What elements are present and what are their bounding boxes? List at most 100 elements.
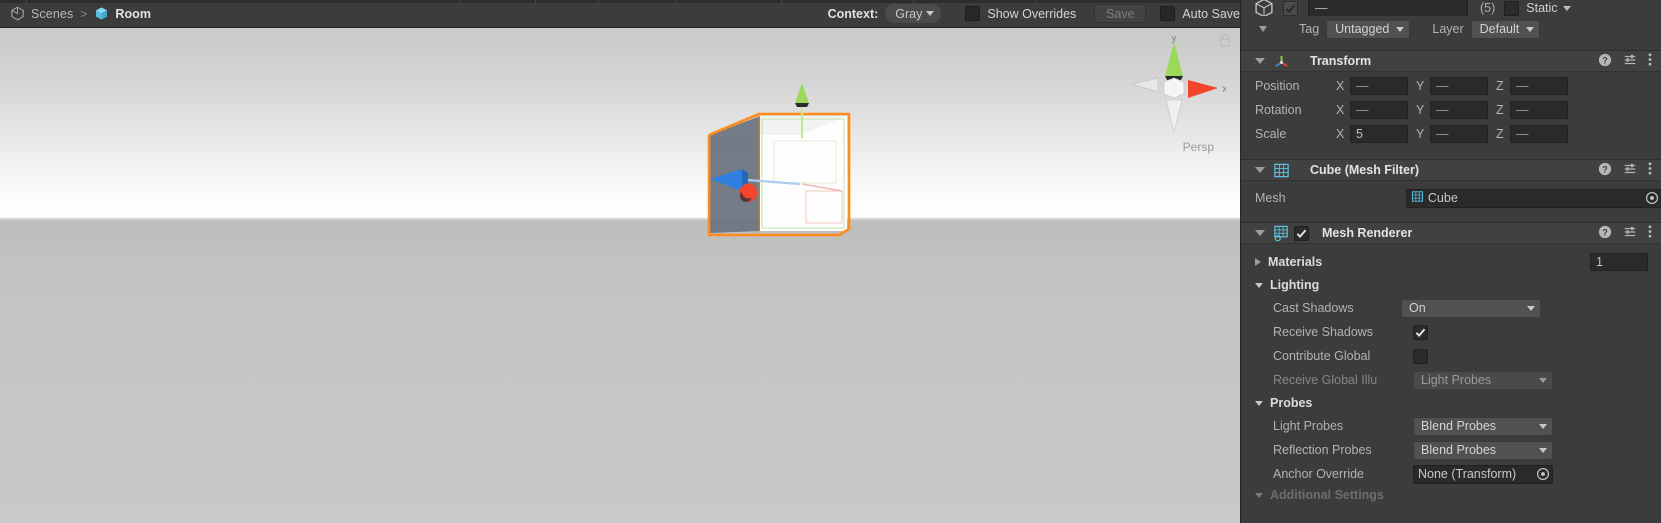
materials-count-input[interactable]: 1 xyxy=(1590,253,1648,271)
position-z-input[interactable]: — xyxy=(1510,77,1568,95)
more-menu-icon[interactable] xyxy=(1648,224,1652,242)
breadcrumb-scenes-label[interactable]: Scenes xyxy=(31,7,73,21)
multi-select-count: (5) xyxy=(1480,1,1496,15)
chevron-down-icon[interactable] xyxy=(1562,5,1571,11)
cast-shadows-value: On xyxy=(1409,301,1426,315)
svg-text:?: ? xyxy=(1602,227,1607,237)
scale-y-input[interactable]: — xyxy=(1430,125,1488,143)
mesh-renderer-enabled-checkbox[interactable] xyxy=(1294,225,1309,241)
scene-orientation-gizmo[interactable]: y x xyxy=(1130,32,1228,136)
transform-body: Position X — Y — Z — Rotation X — Y — Z xyxy=(1241,74,1661,146)
help-icon[interactable]: ? xyxy=(1598,53,1612,70)
rotation-x-input[interactable]: — xyxy=(1350,101,1408,119)
chevron-down-icon[interactable] xyxy=(1255,282,1263,288)
receive-shadows-row: Receive Shadows xyxy=(1241,320,1661,344)
scene-viewport[interactable]: y x Persp xyxy=(0,28,1240,523)
reflection-probes-dropdown[interactable]: Blend Probes xyxy=(1413,440,1553,460)
position-y-input[interactable]: — xyxy=(1430,77,1488,95)
anchor-override-row: Anchor Override None (Transform) xyxy=(1241,462,1661,486)
svg-text:?: ? xyxy=(1602,55,1607,65)
static-checkbox[interactable] xyxy=(1504,0,1520,16)
additional-settings-label: Additional Settings xyxy=(1270,488,1384,502)
chevron-down-icon[interactable] xyxy=(1255,230,1265,236)
materials-label: Materials xyxy=(1268,255,1323,269)
component-header-transform[interactable]: Transform ? xyxy=(1241,50,1661,72)
context-dropdown[interactable]: Gray xyxy=(885,4,942,23)
mesh-filter-body: Mesh Cube xyxy=(1241,186,1661,210)
show-overrides-group[interactable]: Show Overrides xyxy=(965,6,1076,21)
horizon-glow xyxy=(0,206,1240,228)
receive-gi-row: Receive Global Illu Light Probes xyxy=(1241,368,1661,392)
receive-global-illumination-label: Receive Global Illu xyxy=(1273,373,1378,387)
axis-label-x: X xyxy=(1336,103,1345,117)
auto-save-checkbox[interactable] xyxy=(1160,6,1176,21)
light-probes-dropdown[interactable]: Blend Probes xyxy=(1413,416,1553,436)
preset-icon[interactable] xyxy=(1623,53,1637,70)
lighting-section-header[interactable]: Lighting xyxy=(1241,274,1661,296)
scale-label: Scale xyxy=(1255,127,1287,141)
object-picker-icon[interactable] xyxy=(1644,191,1659,206)
object-picker-icon[interactable] xyxy=(1535,467,1550,482)
tag-value: Untagged xyxy=(1335,22,1390,36)
mesh-row: Mesh Cube xyxy=(1241,186,1661,210)
breadcrumb-separator: > xyxy=(80,6,88,21)
breadcrumb-scene-name[interactable]: Room xyxy=(115,7,151,21)
rotation-z-input[interactable]: — xyxy=(1510,101,1568,119)
gameobject-name-field[interactable]: — xyxy=(1308,0,1468,16)
tag-dropdown[interactable]: Untagged xyxy=(1326,19,1411,39)
component-header-mesh-filter[interactable]: Cube (Mesh Filter) ? xyxy=(1241,159,1661,181)
light-probes-value: Blend Probes xyxy=(1421,419,1497,433)
axis-label-x: X xyxy=(1336,79,1345,93)
rotation-y-input[interactable]: — xyxy=(1430,101,1488,119)
additional-settings-section-header[interactable]: Additional Settings xyxy=(1241,486,1661,504)
show-overrides-checkbox[interactable] xyxy=(965,6,981,21)
contribute-global-row: Contribute Global xyxy=(1241,344,1661,368)
transform-scale-row: Scale X 5 Y — Z — xyxy=(1241,122,1661,146)
lock-icon[interactable] xyxy=(1218,32,1232,53)
svg-text:?: ? xyxy=(1602,164,1607,174)
chevron-down-icon[interactable] xyxy=(1255,400,1263,406)
anchor-override-object-field[interactable]: None (Transform) xyxy=(1413,464,1553,484)
component-header-mesh-renderer[interactable]: Mesh Renderer ? xyxy=(1241,222,1661,244)
selected-cube-object[interactable] xyxy=(702,83,862,248)
scale-x-input[interactable]: 5 xyxy=(1350,125,1408,143)
light-probes-label: Light Probes xyxy=(1273,419,1344,433)
svg-text:x: x xyxy=(1222,83,1226,95)
chevron-down-icon[interactable] xyxy=(1255,167,1265,173)
save-button[interactable]: Save xyxy=(1094,4,1147,23)
help-icon[interactable]: ? xyxy=(1598,225,1612,242)
mesh-label: Mesh xyxy=(1255,191,1286,205)
receive-shadows-checkbox[interactable] xyxy=(1413,324,1428,340)
contribute-global-checkbox[interactable] xyxy=(1413,348,1428,364)
layer-dropdown[interactable]: Default xyxy=(1470,19,1541,39)
preset-icon[interactable] xyxy=(1623,225,1637,242)
svg-text:y: y xyxy=(1171,36,1177,44)
context-label: Context: xyxy=(827,6,879,21)
axis-label-x: X xyxy=(1336,127,1345,141)
cube-icon xyxy=(1253,0,1275,16)
ground-plane xyxy=(0,218,1240,523)
auto-save-group[interactable]: Auto Save xyxy=(1160,6,1240,21)
unity-logo-icon xyxy=(10,6,25,21)
materials-row[interactable]: Materials 1 xyxy=(1241,250,1661,274)
more-menu-icon[interactable] xyxy=(1648,52,1652,70)
help-icon[interactable]: ? xyxy=(1598,162,1612,179)
chevron-down-icon[interactable] xyxy=(1255,58,1265,64)
tag-layer-row: Tag Untagged Layer Default xyxy=(1241,16,1661,42)
mesh-filter-icon xyxy=(1273,162,1290,179)
cast-shadows-dropdown[interactable]: On xyxy=(1401,298,1541,318)
preset-icon[interactable] xyxy=(1623,162,1637,179)
component-title: Cube (Mesh Filter) xyxy=(1310,163,1420,177)
chevron-down-icon[interactable] xyxy=(1255,492,1263,498)
more-menu-icon[interactable] xyxy=(1648,161,1652,179)
mesh-object-field[interactable]: Cube xyxy=(1405,188,1661,208)
probes-section-header[interactable]: Probes xyxy=(1241,392,1661,414)
gameobject-enabled-checkbox[interactable] xyxy=(1283,0,1298,16)
chevron-right-icon[interactable] xyxy=(1255,258,1261,266)
axis-label-z: Z xyxy=(1496,127,1504,141)
scale-z-input[interactable]: — xyxy=(1510,125,1568,143)
cube-icon xyxy=(94,6,109,21)
chevron-down-icon[interactable] xyxy=(1259,26,1267,32)
position-x-input[interactable]: — xyxy=(1350,77,1408,95)
projection-mode-label[interactable]: Persp xyxy=(1183,140,1214,154)
